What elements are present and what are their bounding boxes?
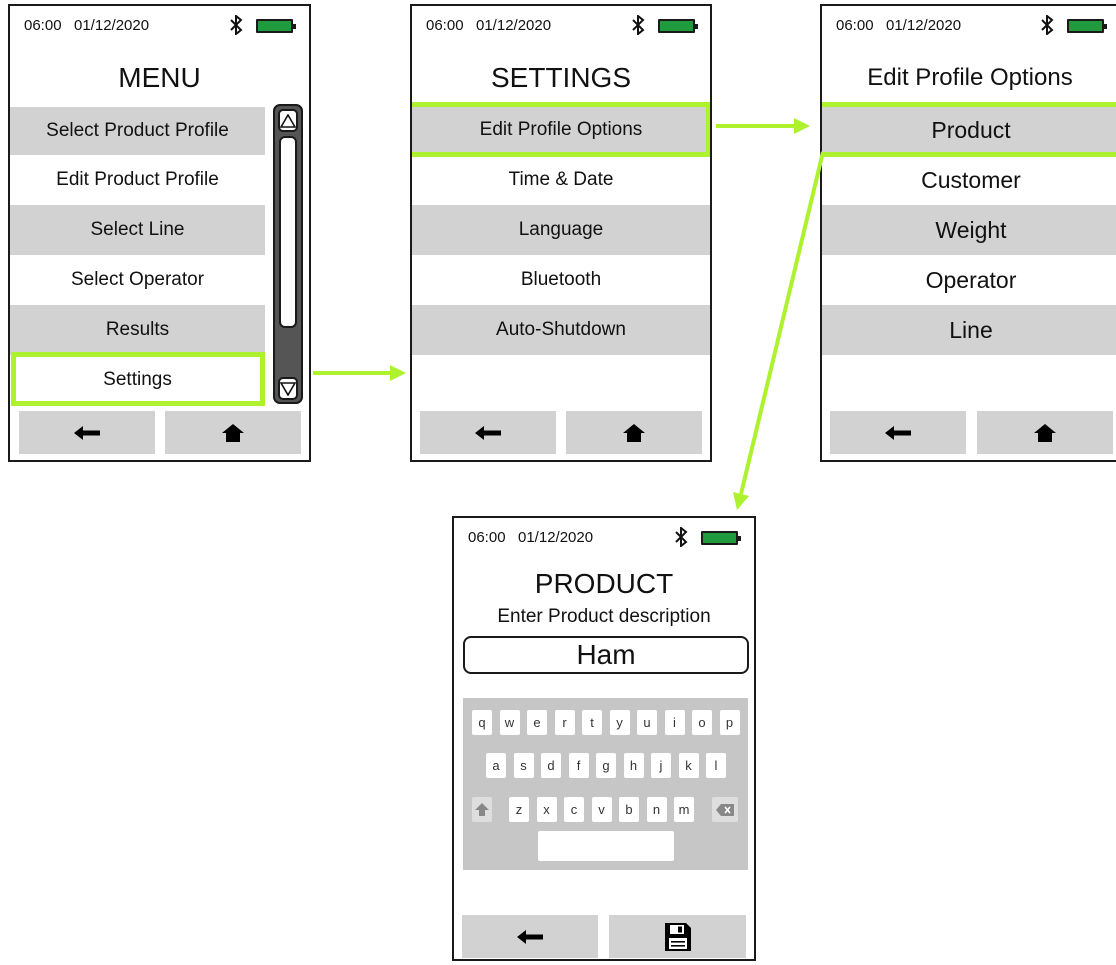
option-item-line[interactable]: Line (822, 305, 1116, 355)
left-arrow-icon (885, 425, 911, 440)
scroll-up-icon[interactable] (278, 109, 298, 132)
page-title: MENU (118, 62, 201, 93)
key-l[interactable]: l (706, 753, 726, 778)
key-n[interactable]: n (646, 797, 667, 822)
bluetooth-icon (675, 527, 688, 547)
settings-screen: 06:00 01/12/2020 SETTINGS Edit Profile O… (410, 4, 712, 462)
on-screen-keyboard: qwertyuiop asdfghjkl zxcvbnm (463, 698, 748, 870)
floppy-disk-icon (664, 922, 691, 951)
option-item-operator[interactable]: Operator (822, 255, 1116, 305)
menu-item-settings[interactable]: Settings (10, 355, 265, 405)
status-time: 06:00 (426, 17, 464, 34)
arrow-options-to-product (733, 151, 825, 510)
save-button[interactable] (609, 915, 746, 958)
key-t[interactable]: t (582, 710, 602, 735)
key-u[interactable]: u (637, 710, 657, 735)
home-button[interactable] (566, 411, 702, 454)
key-o[interactable]: o (692, 710, 712, 735)
status-date: 01/12/2020 (74, 17, 150, 34)
key-x[interactable]: x (536, 797, 557, 822)
key-f[interactable]: f (568, 753, 589, 778)
instruction-text: Enter Product description (497, 606, 711, 627)
key-p[interactable]: p (719, 710, 740, 735)
arrow-menu-to-settings (313, 365, 406, 381)
status-bar: 06:00 01/12/2020 (10, 6, 309, 46)
option-item-customer[interactable]: Customer (822, 155, 1116, 205)
key-w[interactable]: w (499, 710, 520, 735)
key-y[interactable]: y (609, 710, 630, 735)
back-button[interactable] (420, 411, 556, 454)
status-date: 01/12/2020 (518, 529, 594, 546)
key-q[interactable]: q (472, 710, 492, 735)
status-time: 06:00 (468, 529, 506, 546)
key-j[interactable]: j (651, 753, 671, 778)
menu-item-edit-product-profile[interactable]: Edit Product Profile (10, 155, 265, 205)
left-arrow-icon (475, 425, 501, 440)
menu-screen: 06:00 01/12/2020 MENU Select Product Pro… (8, 4, 311, 462)
key-z[interactable]: z (509, 797, 529, 822)
back-button[interactable] (830, 411, 966, 454)
menu-item-select-product-profile[interactable]: Select Product Profile (10, 107, 265, 155)
key-v[interactable]: v (591, 797, 612, 822)
home-button[interactable] (165, 411, 301, 454)
scrollbar[interactable] (273, 104, 303, 404)
key-g[interactable]: g (596, 753, 616, 778)
home-icon (222, 423, 244, 442)
key-s[interactable]: s (513, 753, 534, 778)
settings-item-edit-profile-options[interactable]: Edit Profile Options (412, 105, 710, 155)
profile-options-screen: 06:00 01/12/2020 Edit Profile Options Pr… (820, 4, 1116, 462)
back-button[interactable] (19, 411, 155, 454)
settings-item-bluetooth[interactable]: Bluetooth (412, 255, 710, 305)
status-date: 01/12/2020 (476, 17, 552, 34)
page-title: Edit Profile Options (867, 64, 1073, 91)
bluetooth-icon (1041, 15, 1054, 35)
page-title: PRODUCT (534, 568, 674, 599)
scroll-down-icon[interactable] (278, 377, 298, 400)
settings-item-time-date[interactable]: Time & Date (412, 155, 710, 205)
menu-item-select-operator[interactable]: Select Operator (10, 255, 265, 305)
left-arrow-icon (517, 929, 543, 944)
left-arrow-icon (74, 425, 100, 440)
option-item-product[interactable]: Product (822, 105, 1116, 155)
key-i[interactable]: i (664, 710, 685, 735)
back-button[interactable] (462, 915, 598, 958)
key-b[interactable]: b (619, 797, 639, 822)
page-title: SETTINGS (490, 62, 631, 93)
product-entry-screen: 06:00 01/12/2020 PRODUCT Enter Product d… (452, 516, 756, 961)
key-e[interactable]: e (527, 710, 547, 735)
shift-icon[interactable] (472, 797, 492, 822)
key-d[interactable]: d (541, 753, 561, 778)
home-button[interactable] (977, 411, 1113, 454)
menu-item-select-line[interactable]: Select Line (10, 205, 265, 255)
key-k[interactable]: k (678, 753, 699, 778)
scroll-thumb[interactable] (279, 136, 297, 328)
space-key[interactable] (538, 831, 674, 861)
status-time: 06:00 (836, 17, 874, 34)
key-c[interactable]: c (564, 797, 584, 822)
arrow-settings-to-options (716, 118, 810, 134)
battery-icon (256, 19, 296, 33)
home-icon (1034, 423, 1056, 442)
key-m[interactable]: m (674, 797, 694, 822)
settings-item-auto-shutdown[interactable]: Auto-Shutdown (412, 305, 710, 355)
status-bar: 06:00 01/12/2020 (412, 6, 710, 46)
key-a[interactable]: a (486, 753, 506, 778)
battery-icon (1067, 19, 1107, 33)
bluetooth-icon (632, 15, 645, 35)
key-r[interactable]: r (554, 710, 575, 735)
battery-icon (701, 531, 741, 545)
option-item-weight[interactable]: Weight (822, 205, 1116, 255)
settings-item-language[interactable]: Language (412, 205, 710, 255)
battery-icon (658, 19, 698, 33)
menu-item-results[interactable]: Results (10, 305, 265, 355)
status-time: 06:00 (24, 17, 62, 34)
status-bar: 06:00 01/12/2020 (822, 6, 1116, 46)
home-icon (623, 423, 645, 442)
product-description-input[interactable]: Ham (463, 636, 749, 674)
status-date: 01/12/2020 (886, 17, 962, 34)
bluetooth-icon (230, 15, 243, 35)
status-bar: 06:00 01/12/2020 (454, 518, 754, 558)
key-h[interactable]: h (623, 753, 644, 778)
backspace-icon[interactable] (712, 797, 738, 822)
